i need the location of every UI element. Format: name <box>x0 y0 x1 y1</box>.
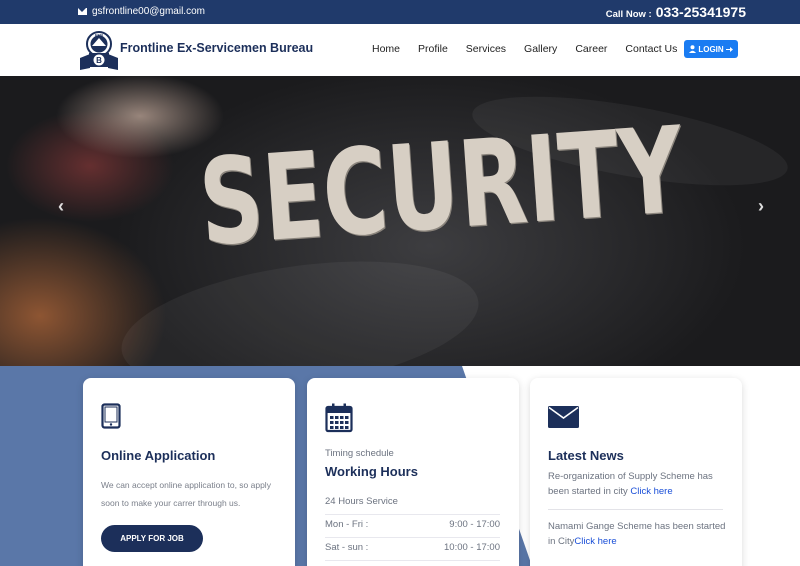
divider <box>325 514 500 515</box>
hours-day: Sat - sun : <box>325 542 369 553</box>
logo-letter: B <box>96 56 102 65</box>
card-title: Latest News <box>548 448 624 463</box>
nav-item-career[interactable]: Career <box>575 43 607 55</box>
hours-time: 9:00 - 17:00 <box>449 519 500 530</box>
slider-next-icon[interactable]: › <box>758 196 764 217</box>
news-link[interactable]: Click here <box>574 536 616 547</box>
navbar: B FEB Frontline Ex-Servicemen Bureau Hom… <box>0 24 800 76</box>
service-row: 24 Hours Service <box>325 496 500 507</box>
hours-day: Mon - Fri : <box>325 519 369 530</box>
calendar-icon <box>325 403 353 433</box>
brand-name[interactable]: Frontline Ex-Servicemen Bureau <box>120 41 313 55</box>
logo[interactable]: B FEB <box>78 28 120 72</box>
timing-subtitle: Timing schedule <box>325 448 394 459</box>
card-title: Online Application <box>101 448 216 463</box>
card-body: We can accept online application to, so … <box>101 480 271 508</box>
hours-row: Mon - Fri : 9:00 - 17:00 <box>325 519 500 530</box>
nav-item-home[interactable]: Home <box>372 43 400 55</box>
call-now: Call Now : 033-25341975 <box>606 4 746 20</box>
divider <box>325 560 500 561</box>
latest-news-card: Latest News Re-organization of Supply Sc… <box>530 378 742 566</box>
service-text: 24 Hours Service <box>325 496 398 507</box>
hours-row: Sat - sun : 10:00 - 17:00 <box>325 542 500 553</box>
tablet-icon <box>101 403 121 429</box>
news-link[interactable]: Click here <box>630 486 672 497</box>
card-title: Working Hours <box>325 464 418 479</box>
logo-text: FEB <box>95 33 103 38</box>
main-menu: Home Profile Services Gallery Career Con… <box>372 43 677 55</box>
hero-slider: SECURITY ‹ › <box>0 76 800 366</box>
hours-time: 10:00 - 17:00 <box>444 542 500 553</box>
divider <box>325 537 500 538</box>
nav-item-contact[interactable]: Contact Us <box>625 43 677 55</box>
nav-item-profile[interactable]: Profile <box>418 43 448 55</box>
news-item: Re-organization of Supply Scheme has bee… <box>548 469 728 499</box>
slider-prev-icon[interactable]: ‹ <box>58 196 64 217</box>
nav-item-gallery[interactable]: Gallery <box>524 43 557 55</box>
online-application-card: Online Application We can accept online … <box>83 378 295 566</box>
divider <box>548 509 723 510</box>
envelope-icon <box>548 406 579 428</box>
login-label: LOGIN <box>698 44 724 54</box>
envelope-icon <box>78 8 87 15</box>
hero-security-text: SECURITY <box>195 100 688 273</box>
contact-email[interactable]: gsfrontline00@gmail.com <box>78 6 205 17</box>
email-text[interactable]: gsfrontline00@gmail.com <box>92 6 205 17</box>
user-icon <box>689 45 697 53</box>
apply-for-job-button[interactable]: APPLY FOR JOB <box>101 525 203 552</box>
top-bar: gsfrontline00@gmail.com Call Now : 033-2… <box>0 0 800 24</box>
call-label: Call Now : <box>605 9 652 20</box>
nav-item-services[interactable]: Services <box>466 43 506 55</box>
login-button[interactable]: LOGIN <box>684 40 738 58</box>
phone-number[interactable]: 033-25341975 <box>656 4 746 20</box>
arrow-right-icon <box>725 46 733 52</box>
news-item: Namami Gange Scheme has been started in … <box>548 519 728 549</box>
working-hours-card: Timing schedule Working Hours 24 Hours S… <box>307 378 519 566</box>
